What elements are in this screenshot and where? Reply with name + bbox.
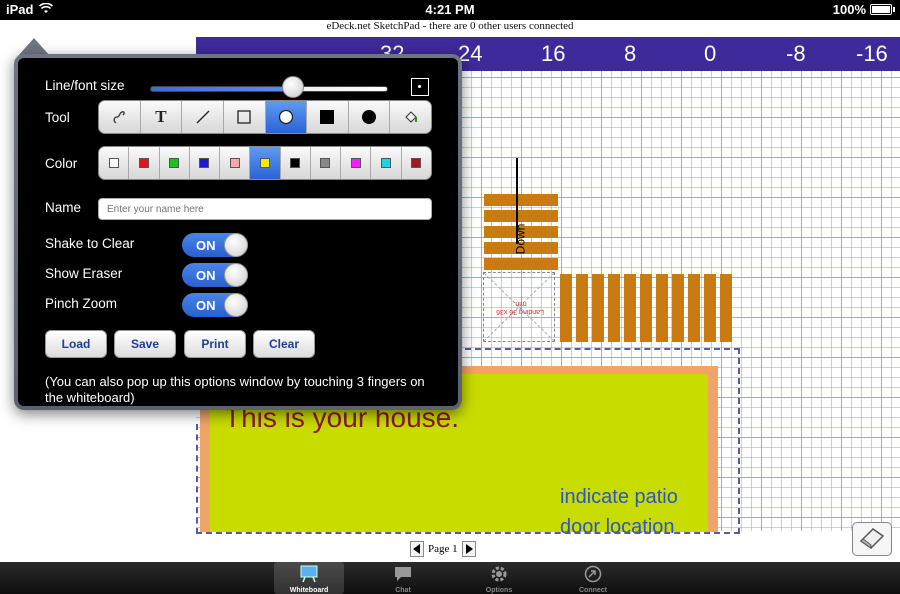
page-navigator: Page 1 (410, 540, 476, 558)
color-black[interactable] (281, 147, 311, 179)
clock: 4:21 PM (425, 2, 475, 17)
property-outline-left (196, 424, 198, 534)
tab-bar: Whiteboard Chat Options Connect (0, 562, 900, 594)
tab-connect[interactable]: Connect (558, 562, 628, 594)
stair-step (560, 274, 572, 342)
shake-to-clear-label: Shake to Clear (45, 236, 135, 251)
ruler-number: -8 (786, 41, 806, 66)
stair-step (672, 274, 684, 342)
size-slider[interactable] (150, 86, 388, 92)
size-preview-icon (411, 78, 429, 96)
fill-bucket-icon[interactable] (390, 101, 431, 133)
load-button[interactable]: Load (45, 330, 107, 358)
ruler-number: 8 (624, 41, 637, 66)
options-hint: (You can also pop up this options window… (45, 374, 425, 405)
show-eraser-toggle[interactable]: ON (182, 263, 248, 287)
stair-step (640, 274, 652, 342)
eraser-icon (857, 524, 887, 555)
stair-step (484, 194, 558, 206)
status-bar: iPad 4:21 PM 100% (0, 0, 900, 20)
ruler-number: -16 (856, 41, 888, 66)
color-gray[interactable] (311, 147, 342, 179)
stair-step (704, 274, 716, 342)
stairs-horizontal (560, 274, 744, 342)
page-label: Page 1 (428, 543, 458, 555)
stair-step (484, 210, 558, 222)
color-green[interactable] (160, 147, 190, 179)
color-white[interactable] (99, 147, 130, 179)
color-selector[interactable] (98, 146, 432, 180)
tool-selector[interactable]: T (98, 100, 432, 134)
color-label: Color (45, 156, 78, 171)
chat-icon (393, 565, 413, 583)
battery-percent: 100% (832, 2, 866, 17)
stair-step (720, 274, 732, 342)
whiteboard-icon (299, 565, 319, 583)
stair-step (484, 258, 558, 270)
size-label: Line/font size (45, 78, 125, 93)
gear-icon (489, 565, 509, 583)
lasso-icon[interactable] (99, 101, 141, 133)
clear-button[interactable]: Clear (253, 330, 315, 358)
eraser-button[interactable] (852, 522, 892, 556)
tab-label: Chat (395, 587, 411, 594)
color-red[interactable] (129, 147, 160, 179)
ruler-number: 16 (541, 41, 566, 66)
tool-label: Tool (45, 110, 70, 125)
tab-label: Options (485, 587, 513, 594)
circle-outline-icon[interactable] (265, 101, 308, 133)
options-popover: Line/font size Tool T Color Name Enter y… (14, 54, 462, 410)
text-icon[interactable]: T (141, 101, 183, 133)
show-eraser-label: Show Eraser (45, 266, 123, 281)
connect-icon (583, 565, 603, 583)
tab-chat[interactable]: Chat (368, 562, 438, 594)
stair-step (576, 274, 588, 342)
stair-step (624, 274, 636, 342)
line-icon[interactable] (182, 101, 224, 133)
stair-step (592, 274, 604, 342)
shake-to-clear-toggle[interactable]: ON (182, 233, 248, 257)
stair-step (608, 274, 620, 342)
name-input[interactable] (98, 198, 432, 220)
size-slider-thumb[interactable] (282, 76, 304, 98)
landing-label: Landing 36 x36 min. (496, 300, 544, 315)
ruler-number: 0 (704, 41, 717, 66)
page-title: eDeck.net SketchPad - there are 0 other … (326, 20, 574, 32)
rect-outline-icon[interactable] (224, 101, 266, 133)
print-button[interactable]: Print (184, 330, 246, 358)
tab-options[interactable]: Options (464, 562, 534, 594)
tab-label: Connect (579, 587, 607, 594)
stair-step (656, 274, 668, 342)
color-dark-red[interactable] (402, 147, 431, 179)
battery-icon (870, 4, 895, 15)
rect-filled-icon[interactable] (307, 101, 349, 133)
tab-whiteboard[interactable]: Whiteboard (274, 562, 344, 594)
next-page-button[interactable] (461, 541, 476, 557)
color-pink[interactable] (220, 147, 251, 179)
name-label: Name (45, 200, 82, 215)
circle-filled-icon[interactable] (349, 101, 391, 133)
down-label: Down (513, 223, 528, 255)
stair-step (688, 274, 700, 342)
color-cyan[interactable] (371, 147, 402, 179)
color-blue[interactable] (190, 147, 221, 179)
tab-label: Whiteboard (289, 587, 329, 594)
color-magenta[interactable] (341, 147, 372, 179)
pinch-zoom-toggle[interactable]: ON (182, 293, 248, 317)
save-button[interactable]: Save (114, 330, 176, 358)
color-yellow[interactable] (250, 147, 281, 179)
landing-box: Landing 36 x36 min. (483, 272, 555, 342)
pinch-zoom-label: Pinch Zoom (45, 296, 118, 311)
prev-page-button[interactable] (410, 541, 424, 557)
